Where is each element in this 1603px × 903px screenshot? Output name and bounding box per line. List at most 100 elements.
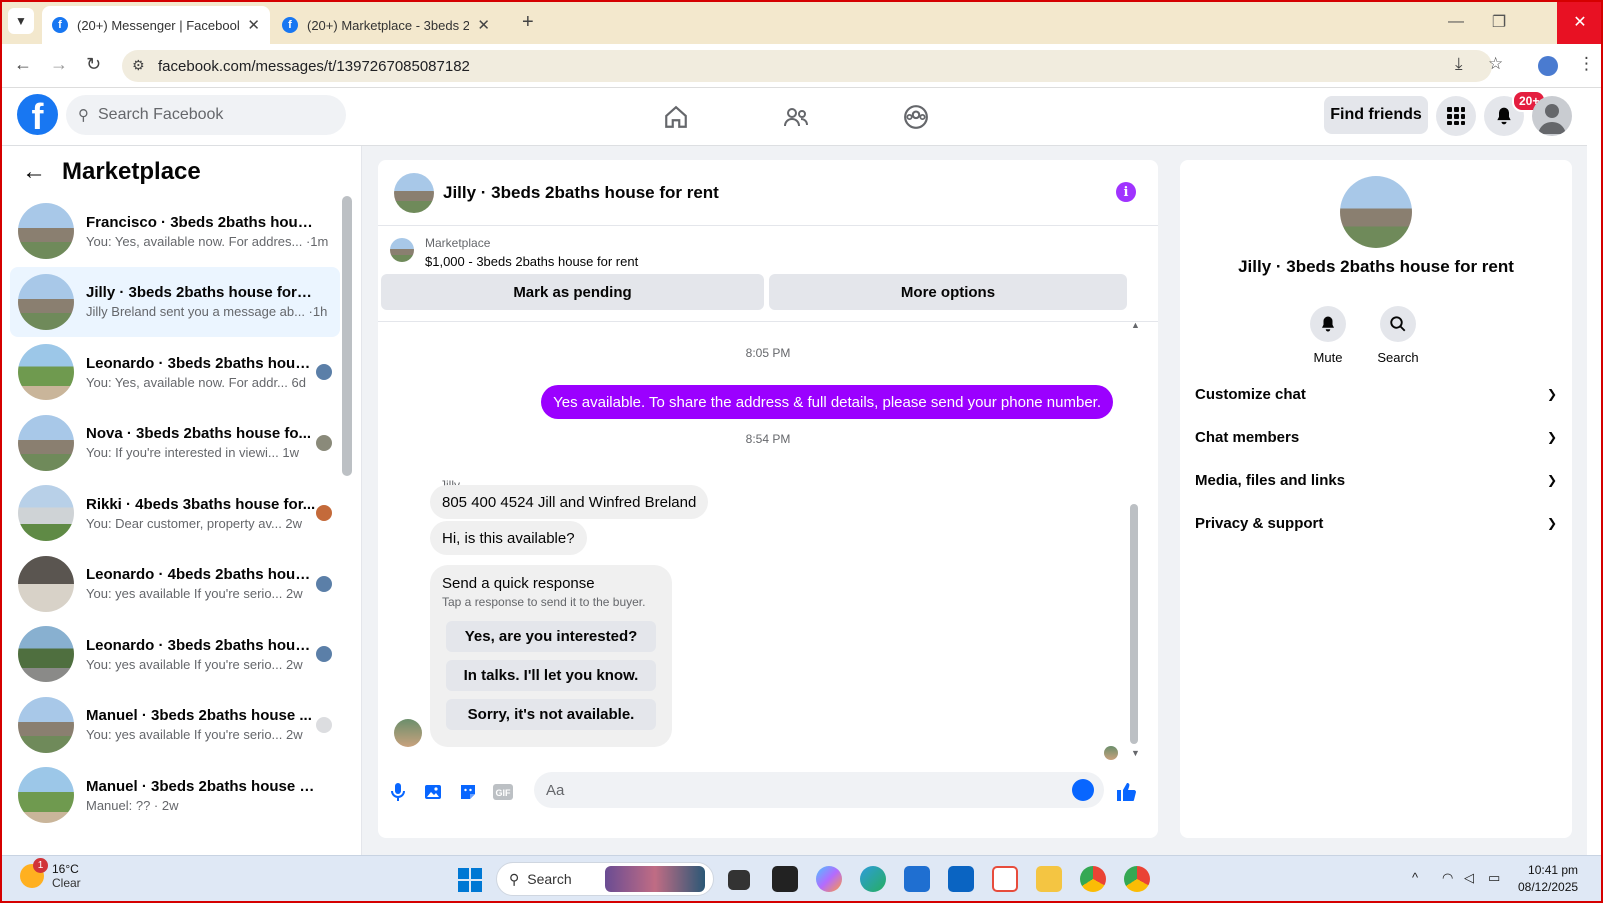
sticker-icon[interactable] xyxy=(456,780,480,804)
info-icon[interactable]: i xyxy=(1116,182,1136,202)
more-options-button[interactable]: More options xyxy=(769,274,1127,310)
chrome-profile-icon[interactable] xyxy=(1124,866,1150,892)
conversation-item[interactable]: Leonardo · 4beds 2baths hous... You: yes … xyxy=(10,549,340,619)
conversation-item[interactable]: Rikki · 4beds 3baths house for... You: De… xyxy=(10,478,340,548)
close-icon[interactable]: ✕ xyxy=(477,16,490,34)
listing-thumbnail[interactable] xyxy=(390,238,414,262)
media-files-links-section[interactable]: Media, files and links ❯ xyxy=(1195,462,1557,498)
scroll-up-arrow-icon[interactable]: ▲ xyxy=(1131,320,1140,330)
clock[interactable]: 10:41 pm 08/12/2025 xyxy=(1518,862,1578,896)
back-arrow-icon[interactable]: ← xyxy=(22,158,46,186)
snipping-tool-icon[interactable] xyxy=(992,866,1018,892)
menu-grid-icon[interactable] xyxy=(1436,96,1476,136)
quick-response-option[interactable]: Yes, are you interested? xyxy=(446,621,656,652)
address-bar[interactable]: ⚙ facebook.com/messages/t/13972670850871… xyxy=(122,50,1492,82)
section-label: Customize chat xyxy=(1195,385,1306,403)
quick-response-option[interactable]: Sorry, it's not available. xyxy=(446,699,656,730)
emoji-icon[interactable] xyxy=(1072,779,1094,801)
battery-icon[interactable]: ▭ xyxy=(1488,870,1500,886)
privacy-support-section[interactable]: Privacy & support ❯ xyxy=(1195,505,1557,541)
facebook-logo[interactable]: f xyxy=(17,94,58,135)
chevron-up-icon[interactable]: ^ xyxy=(1412,870,1418,885)
chat-avatar[interactable] xyxy=(394,172,434,213)
sender-avatar[interactable] xyxy=(394,719,422,747)
outlook-icon[interactable] xyxy=(948,866,974,892)
chat-scrollbar[interactable] xyxy=(1130,504,1138,744)
friends-icon[interactable] xyxy=(776,100,816,134)
profile-avatar[interactable] xyxy=(1340,176,1412,248)
conversation-item[interactable]: Manuel · 3beds 2baths house fo... Manuel:… xyxy=(10,760,340,830)
tab-search-button[interactable]: ▼ xyxy=(8,8,34,34)
chrome-icon[interactable] xyxy=(1080,866,1106,892)
reload-icon[interactable]: ↻ xyxy=(86,54,101,75)
sticky-notes-icon[interactable] xyxy=(772,866,798,892)
search-button[interactable]: Search xyxy=(1368,306,1428,365)
menu-kebab-icon[interactable]: ⋮ xyxy=(1578,54,1595,74)
edge-icon[interactable] xyxy=(860,866,886,892)
account-avatar[interactable] xyxy=(1532,96,1572,136)
svg-text:GIF: GIF xyxy=(496,788,512,798)
bookmark-star-icon[interactable]: ☆ xyxy=(1488,54,1503,74)
conversation-item[interactable]: Leonardo · 3beds 2baths hous... You: Yes,… xyxy=(10,337,340,407)
find-friends-button[interactable]: Find friends xyxy=(1324,96,1428,134)
minimize-button[interactable]: — xyxy=(1433,0,1479,44)
new-tab-button[interactable]: + xyxy=(522,11,534,34)
chat-members-section[interactable]: Chat members ❯ xyxy=(1195,419,1557,455)
weather-widget[interactable]: 1 16°C Clear xyxy=(20,858,81,890)
search-icon: ⚲ xyxy=(78,107,89,124)
customize-chat-section[interactable]: Customize chat ❯ xyxy=(1195,376,1557,412)
file-explorer-icon[interactable] xyxy=(1036,866,1062,892)
conversation-item[interactable]: Leonardo · 3beds 2baths hous... You: yes … xyxy=(10,619,340,689)
conversation-preview: Manuel: ?? · 2w xyxy=(86,797,179,813)
store-icon[interactable] xyxy=(904,866,930,892)
site-settings-icon[interactable]: ⚙ xyxy=(132,57,145,74)
conversation-list-scrollbar[interactable] xyxy=(342,196,352,476)
install-app-icon[interactable]: ⤓ xyxy=(1455,54,1463,74)
thumbs-up-icon[interactable] xyxy=(1114,780,1138,804)
back-arrow-icon[interactable]: ← xyxy=(14,54,32,75)
timestamp: 8:54 PM xyxy=(745,432,791,446)
microphone-icon[interactable] xyxy=(386,780,410,804)
copilot-icon[interactable] xyxy=(816,866,842,892)
conversation-item[interactable]: Nova · 3beds 2baths house fo... You: If y… xyxy=(10,408,340,478)
close-icon[interactable]: ✕ xyxy=(247,16,260,34)
tab-messenger[interactable]: f (20+) Messenger | Facebook ✕ xyxy=(42,6,270,44)
scroll-down-arrow-icon[interactable]: ▼ xyxy=(1131,748,1140,758)
groups-icon[interactable] xyxy=(896,100,936,134)
gif-icon[interactable]: GIF xyxy=(491,780,515,804)
incoming-message[interactable]: 805 400 4524 Jill and Winfred Breland xyxy=(430,485,709,519)
mark-as-pending-button[interactable]: Mark as pending xyxy=(381,274,764,310)
search-icon: ⚲ xyxy=(509,870,520,887)
profile-avatar-icon[interactable] xyxy=(1538,56,1558,76)
conversation-item[interactable]: Jilly · 3beds 2baths house for rent Jilly… xyxy=(10,266,340,337)
taskbar-search[interactable]: ⚲ Search xyxy=(496,862,714,896)
conversation-item[interactable]: Manuel · 3beds 2baths house ... You: yes … xyxy=(10,690,340,760)
mute-button[interactable]: Mute xyxy=(1298,306,1358,365)
photo-icon[interactable] xyxy=(421,780,445,804)
conversation-thumbnail xyxy=(18,767,74,823)
home-icon[interactable] xyxy=(656,100,696,134)
conversation-preview: You: yes available If you're serio... 2w xyxy=(86,727,303,742)
conversation-item[interactable]: Francisco · 3beds 2baths house f... You: … xyxy=(10,196,340,266)
page-scrollbar[interactable] xyxy=(1587,88,1603,855)
close-window-button[interactable]: ✕ xyxy=(1557,0,1603,44)
search-facebook-input[interactable]: ⚲ Search Facebook xyxy=(66,95,346,135)
wifi-icon[interactable]: ◠ xyxy=(1442,870,1453,886)
incoming-message[interactable]: Hi, is this available? xyxy=(430,521,587,555)
time: 10:41 pm xyxy=(1528,863,1579,877)
chat-title[interactable]: Jilly · 3beds 2baths house for rent xyxy=(443,183,719,203)
search-icon xyxy=(1380,306,1416,342)
tab-marketplace[interactable]: f (20+) Marketplace - 3beds 2bat ✕ xyxy=(272,6,500,44)
listing-title[interactable]: $1,000 - 3beds 2baths house for rent xyxy=(425,254,638,269)
quick-response-option[interactable]: In talks. I'll let you know. xyxy=(446,660,656,691)
panel-title: Marketplace xyxy=(62,158,201,185)
restore-button[interactable]: ❐ xyxy=(1476,0,1522,44)
task-view-icon[interactable] xyxy=(728,870,750,890)
conversation-name: Rikki · 4beds 3baths house for... xyxy=(86,495,316,513)
facebook-icon: f xyxy=(52,17,68,33)
volume-icon[interactable]: ◁ xyxy=(1464,870,1474,886)
message-input[interactable]: Aa xyxy=(534,772,1104,808)
start-button[interactable] xyxy=(458,868,482,892)
forward-arrow-icon[interactable]: → xyxy=(50,54,68,75)
outgoing-message[interactable]: Yes available. To share the address & fu… xyxy=(541,385,1113,419)
